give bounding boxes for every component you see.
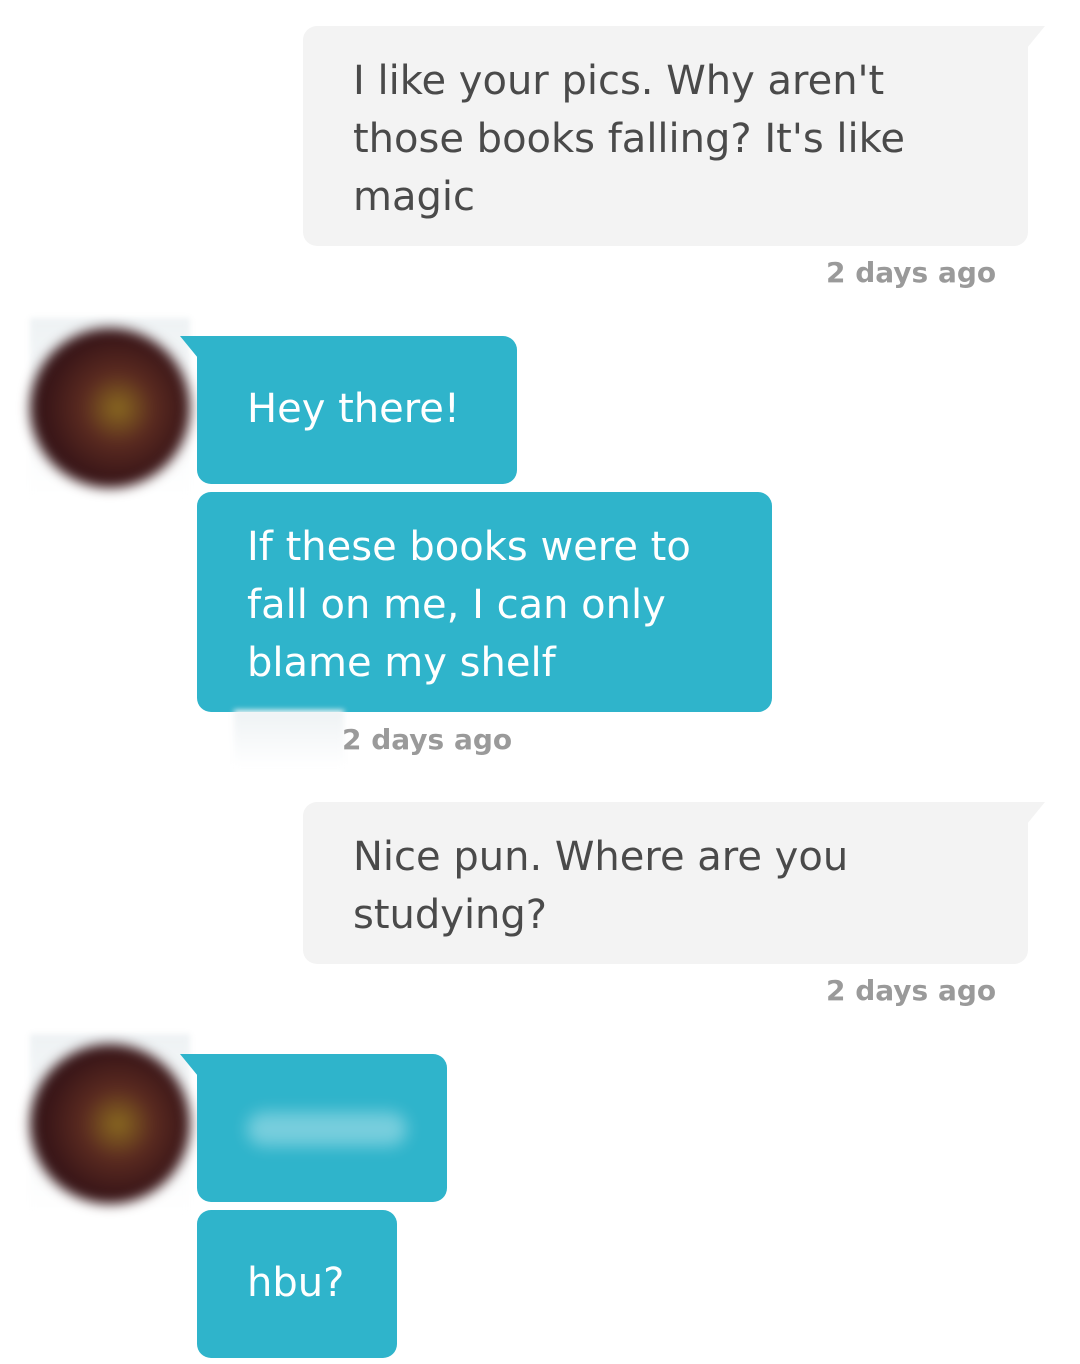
message-text: I like your pics. Why aren't those books…	[353, 58, 905, 220]
message-text: Hey there!	[247, 386, 460, 432]
bubble-tail	[1027, 26, 1045, 48]
sent-message-bubble[interactable]: I like your pics. Why aren't those books…	[303, 26, 1028, 246]
message-text: Nice pun. Where are you studying?	[353, 834, 849, 938]
bubble-tail	[1027, 802, 1045, 824]
received-message-bubble[interactable]	[197, 1054, 447, 1202]
sent-message-bubble[interactable]: Nice pun. Where are you studying?	[303, 802, 1028, 964]
message-text: hbu?	[247, 1260, 345, 1306]
message-timestamp: 2 days ago	[342, 723, 513, 756]
avatar[interactable]	[30, 328, 190, 488]
received-message-bubble[interactable]: hbu?	[197, 1210, 397, 1358]
bubble-tail	[180, 1054, 198, 1076]
received-message-bubble[interactable]: Hey there!	[197, 336, 517, 484]
redacted-text	[247, 1112, 407, 1146]
message-timestamp: 2 days ago	[826, 256, 997, 289]
avatar[interactable]	[30, 1044, 190, 1204]
bubble-tail	[180, 336, 198, 358]
message-text: If these books were to fall on me, I can…	[247, 524, 691, 686]
blurred-region	[234, 710, 344, 768]
received-message-bubble[interactable]: If these books were to fall on me, I can…	[197, 492, 772, 712]
message-timestamp: 2 days ago	[826, 974, 997, 1007]
